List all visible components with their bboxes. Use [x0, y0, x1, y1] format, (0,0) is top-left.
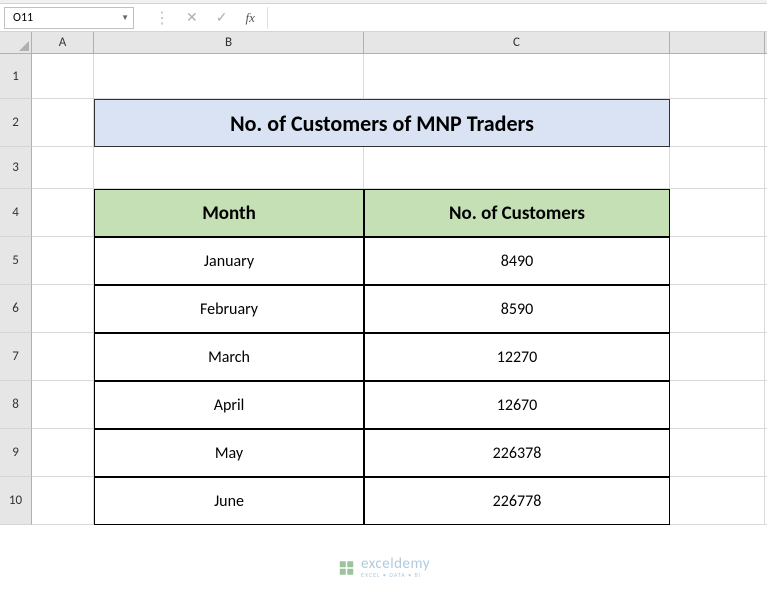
row-header-8[interactable]: 8: [0, 381, 32, 429]
table-row[interactable]: 8590: [364, 285, 670, 333]
header-customers[interactable]: No. of Customers: [364, 189, 670, 237]
table-row[interactable]: January: [94, 237, 364, 285]
table-row[interactable]: February: [94, 285, 364, 333]
cancel-icon: ✕: [186, 9, 198, 26]
col-header-A[interactable]: A: [32, 32, 94, 53]
row-header-3[interactable]: 3: [0, 147, 32, 189]
data-table: Month No. of Customers January 8490 Febr…: [94, 189, 670, 525]
header-month[interactable]: Month: [94, 189, 364, 237]
row-header-10[interactable]: 10: [0, 477, 32, 525]
table-row[interactable]: May: [94, 429, 364, 477]
formula-bar-input[interactable]: [267, 7, 767, 29]
table-row[interactable]: 226378: [364, 429, 670, 477]
col-header-B[interactable]: B: [94, 32, 364, 53]
formula-bar-row: O11 ▼ ⋮ ✕ ✓ fx: [0, 4, 767, 32]
col-header-D[interactable]: [670, 32, 765, 53]
row-headers: 1 2 3 4 5 6 7 8 9 10: [0, 54, 32, 525]
watermark-brand: exceldemy: [361, 557, 430, 572]
table-row[interactable]: April: [94, 381, 364, 429]
name-box-dropdown-icon[interactable]: ▼: [121, 13, 129, 23]
row-header-2[interactable]: 2: [0, 99, 32, 147]
grid-body: 1 2 3 4 5 6 7 8 9 10 No. of Customers of…: [0, 54, 767, 525]
column-headers: A B C: [0, 32, 767, 54]
row-header-6[interactable]: 6: [0, 285, 32, 333]
select-all-button[interactable]: [0, 32, 32, 53]
name-box-value: O11: [9, 11, 121, 25]
table-row[interactable]: March: [94, 333, 364, 381]
name-box[interactable]: O11 ▼: [4, 7, 134, 29]
table-row[interactable]: 226778: [364, 477, 670, 525]
row-header-1[interactable]: 1: [0, 54, 32, 99]
watermark-tagline: EXCEL • DATA • BI: [361, 572, 430, 578]
sheet-area: A B C 1 2 3 4 5 6 7 8 9 10: [0, 32, 767, 525]
exceldemy-logo-icon: [337, 559, 355, 577]
row-header-4[interactable]: 4: [0, 189, 32, 237]
row-header-9[interactable]: 9: [0, 429, 32, 477]
table-row[interactable]: 8490: [364, 237, 670, 285]
watermark: exceldemy EXCEL • DATA • BI: [337, 557, 430, 578]
sheet-title[interactable]: No. of Customers of MNP Traders: [94, 99, 670, 147]
table-row[interactable]: 12270: [364, 333, 670, 381]
col-header-C[interactable]: C: [364, 32, 670, 53]
row-header-7[interactable]: 7: [0, 333, 32, 381]
fx-icon[interactable]: fx: [245, 10, 254, 26]
enter-icon: ✓: [216, 9, 228, 26]
table-row[interactable]: 12670: [364, 381, 670, 429]
formula-controls: ⋮ ✕ ✓ fx: [154, 8, 255, 28]
row-header-5[interactable]: 5: [0, 237, 32, 285]
dots-icon: ⋮: [154, 8, 168, 28]
table-row[interactable]: June: [94, 477, 364, 525]
cells-area[interactable]: No. of Customers of MNP Traders Month No…: [32, 54, 767, 525]
